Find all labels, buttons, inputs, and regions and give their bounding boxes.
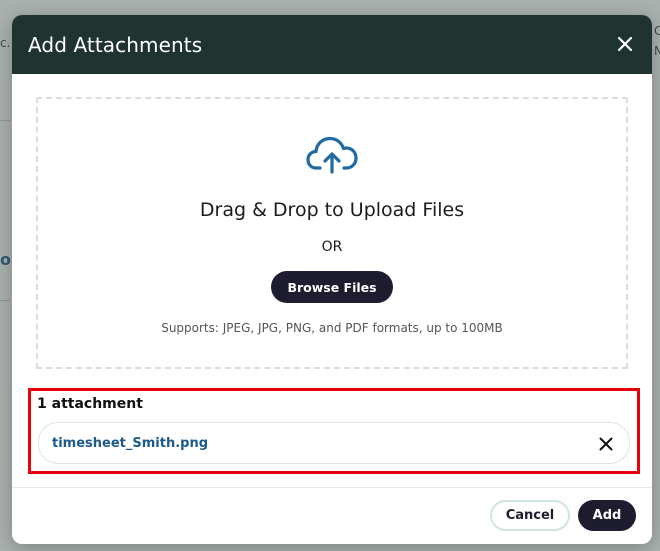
footer-divider — [12, 487, 652, 488]
supported-formats-text: Supports: JPEG, JPG, PNG, and PDF format… — [161, 321, 503, 335]
cloud-upload-icon — [305, 135, 359, 175]
cancel-button[interactable]: Cancel — [490, 500, 570, 531]
modal-title: Add Attachments — [28, 32, 203, 57]
background-text: N — [654, 44, 660, 58]
add-attachments-modal: Add Attachments Drag & Drop to Upload Fi… — [12, 15, 652, 544]
attachment-file-name[interactable]: timesheet_Smith.png — [52, 436, 208, 451]
attachment-item: timesheet_Smith.png — [38, 422, 630, 464]
attachment-count: 1 attachment — [37, 396, 143, 412]
background-divider — [0, 300, 10, 301]
attachments-section: 1 attachment timesheet_Smith.png — [28, 388, 640, 474]
browse-files-button[interactable]: Browse Files — [271, 271, 393, 303]
file-dropzone[interactable]: Drag & Drop to Upload Files OR Browse Fi… — [36, 97, 628, 369]
remove-attachment-icon[interactable] — [599, 436, 613, 451]
close-icon[interactable] — [616, 35, 634, 53]
background-text: C — [654, 24, 660, 38]
modal-header: Add Attachments — [12, 15, 652, 74]
background-divider — [0, 120, 10, 121]
add-button[interactable]: Add — [578, 500, 636, 531]
dropzone-or-text: OR — [321, 239, 343, 255]
dropzone-title: Drag & Drop to Upload Files — [199, 199, 465, 221]
background-text: c. — [0, 36, 11, 50]
